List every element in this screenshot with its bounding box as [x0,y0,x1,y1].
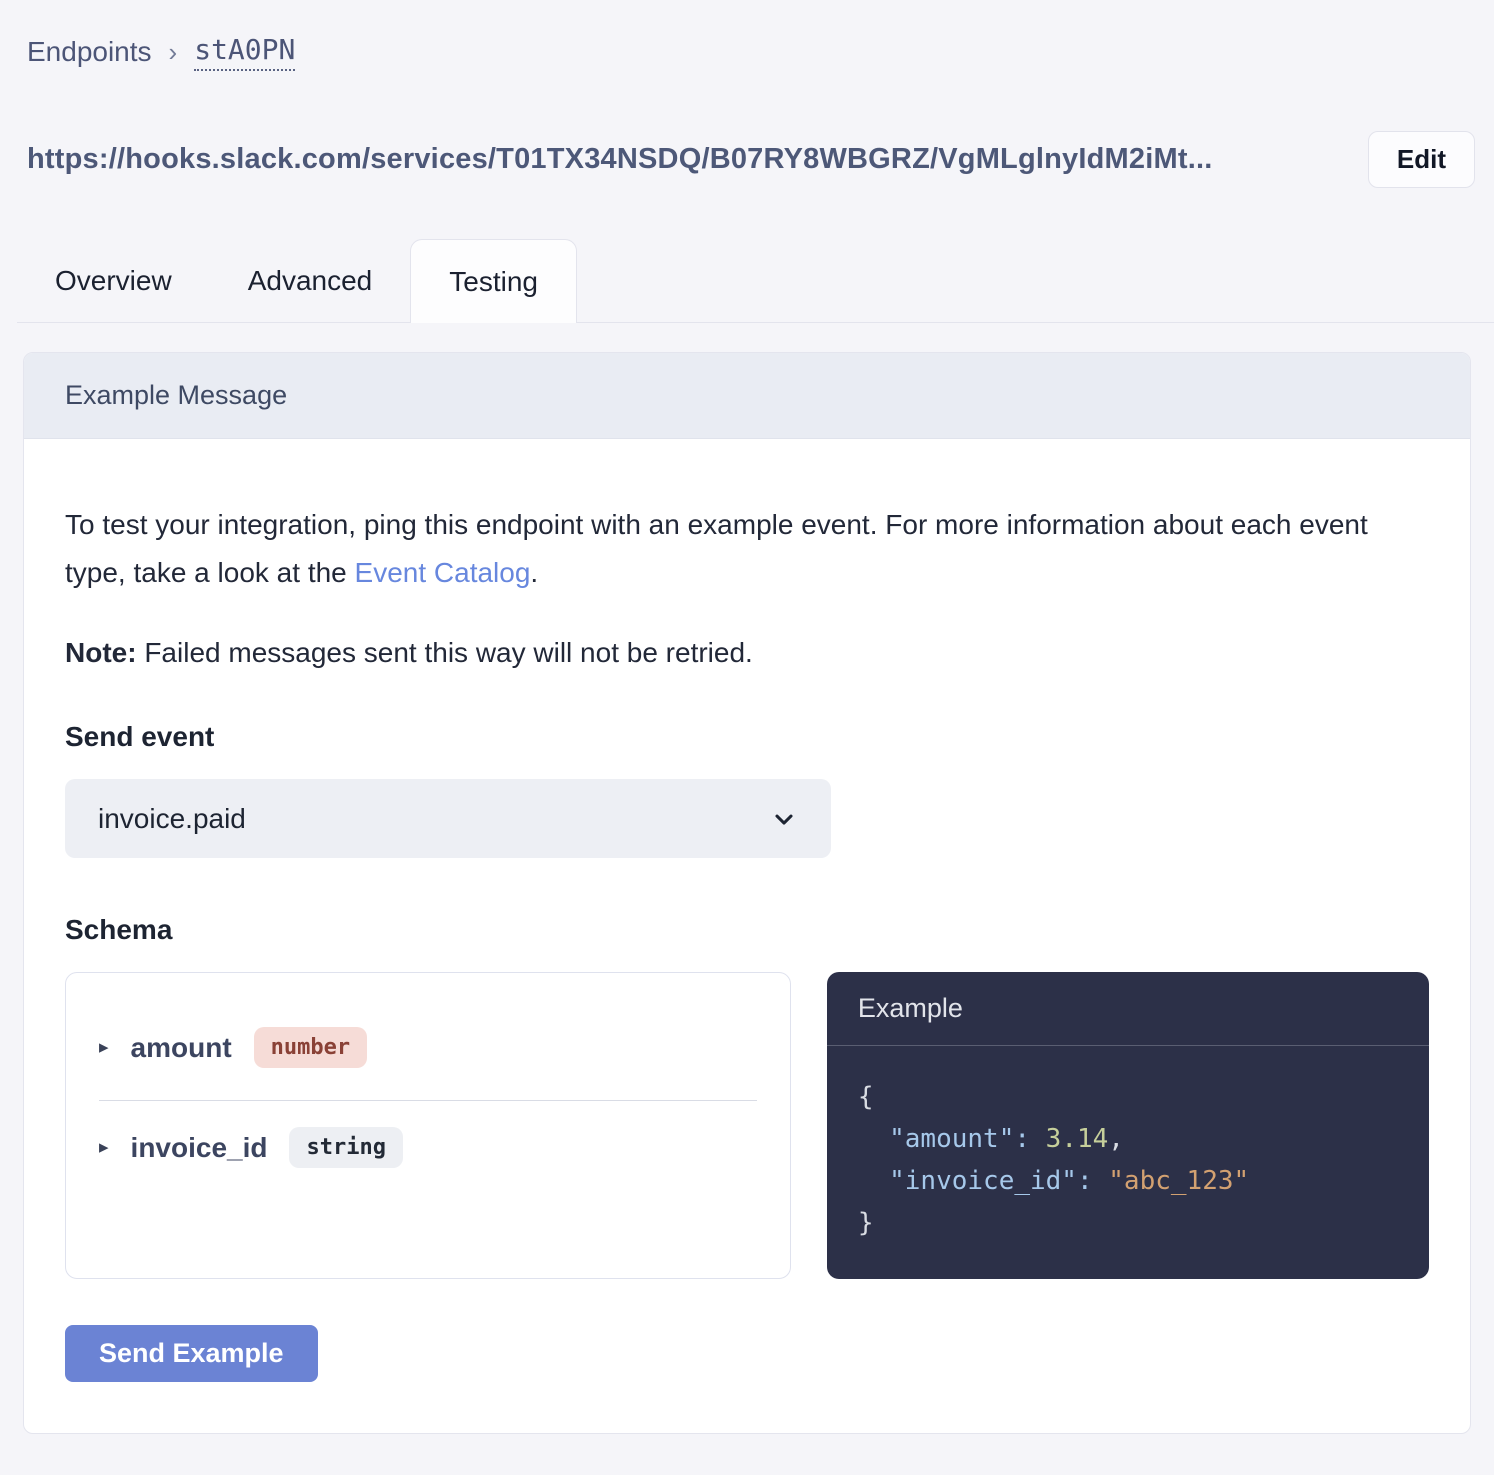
expand-arrow-icon[interactable]: ▸ [99,1138,109,1157]
field-type-badge-number: number [254,1027,367,1068]
json-line: "invoice_id": "abc_123" [858,1160,1398,1202]
json-brace-token: { [858,1082,874,1112]
tab-testing[interactable]: Testing [410,239,577,323]
json-brace-token: } [858,1208,874,1238]
json-colon-token: : [1014,1124,1045,1154]
send-event-label: Send event [65,721,1429,753]
expand-arrow-icon[interactable]: ▸ [99,1038,109,1057]
tab-overview[interactable]: Overview [17,239,210,322]
breadcrumb-separator-icon: › [169,37,178,68]
card-header: Example Message [24,353,1470,439]
json-key-token: "amount" [889,1124,1014,1154]
example-json-code: { "amount": 3.14, "invoice_id": "abc_123… [827,1046,1429,1274]
send-example-button[interactable]: Send Example [65,1325,318,1382]
json-indent-token [858,1166,889,1196]
schema-panel: ▸ amount number ▸ invoice_id string [65,972,791,1279]
schema-row-invoice-id[interactable]: ▸ invoice_id string [66,1101,790,1168]
field-name-amount: amount [131,1032,232,1064]
event-catalog-link[interactable]: Event Catalog [355,557,531,588]
endpoint-url-row: https://hooks.slack.com/services/T01TX34… [27,131,1475,188]
note-label: Note: [65,637,137,668]
chevron-down-icon [770,805,798,833]
schema-label: Schema [65,914,1429,946]
json-line: "amount": 3.14, [858,1118,1398,1160]
breadcrumb: Endpoints › stA0PN [27,33,1494,71]
json-line: { [858,1076,1398,1118]
intro-before-link: To test your integration, ping this endp… [65,509,1368,588]
json-number-token: 3.14 [1046,1124,1109,1154]
breadcrumb-endpoint-id[interactable]: stA0PN [194,33,295,71]
card-title: Example Message [65,380,287,410]
schema-row-amount[interactable]: ▸ amount number [66,973,790,1100]
json-key-token: "invoice_id" [889,1166,1077,1196]
field-type-badge-string: string [289,1127,402,1168]
note-body: Failed messages sent this way will not b… [137,637,753,668]
event-type-select[interactable]: invoice.paid [65,779,831,858]
edit-url-button[interactable]: Edit [1368,131,1475,188]
example-panel-title: Example [827,972,1429,1046]
json-indent-token [858,1124,889,1154]
intro-text: To test your integration, ping this endp… [65,501,1429,597]
endpoint-url: https://hooks.slack.com/services/T01TX34… [27,143,1212,176]
note-text: Note: Failed messages sent this way will… [65,637,1429,669]
json-colon-token: : [1077,1166,1108,1196]
json-line: } [858,1202,1398,1244]
example-message-card: Example Message To test your integration… [23,352,1471,1434]
event-type-selected-value: invoice.paid [98,803,246,835]
schema-and-example-panels: ▸ amount number ▸ invoice_id string Exam… [65,972,1429,1279]
json-comma-token: , [1108,1124,1124,1154]
tab-advanced[interactable]: Advanced [210,239,411,322]
field-name-invoice-id: invoice_id [131,1132,268,1164]
tab-bar: Overview Advanced Testing [17,239,1494,323]
breadcrumb-endpoints-link[interactable]: Endpoints [27,36,152,68]
intro-after-link: . [530,557,538,588]
json-string-token: "abc_123" [1108,1166,1249,1196]
example-panel: Example { "amount": 3.14, "invoice_id": … [827,972,1429,1279]
endpoint-testing-page: Endpoints › stA0PN https://hooks.slack.c… [0,33,1494,1434]
card-body: To test your integration, ping this endp… [24,439,1470,1433]
